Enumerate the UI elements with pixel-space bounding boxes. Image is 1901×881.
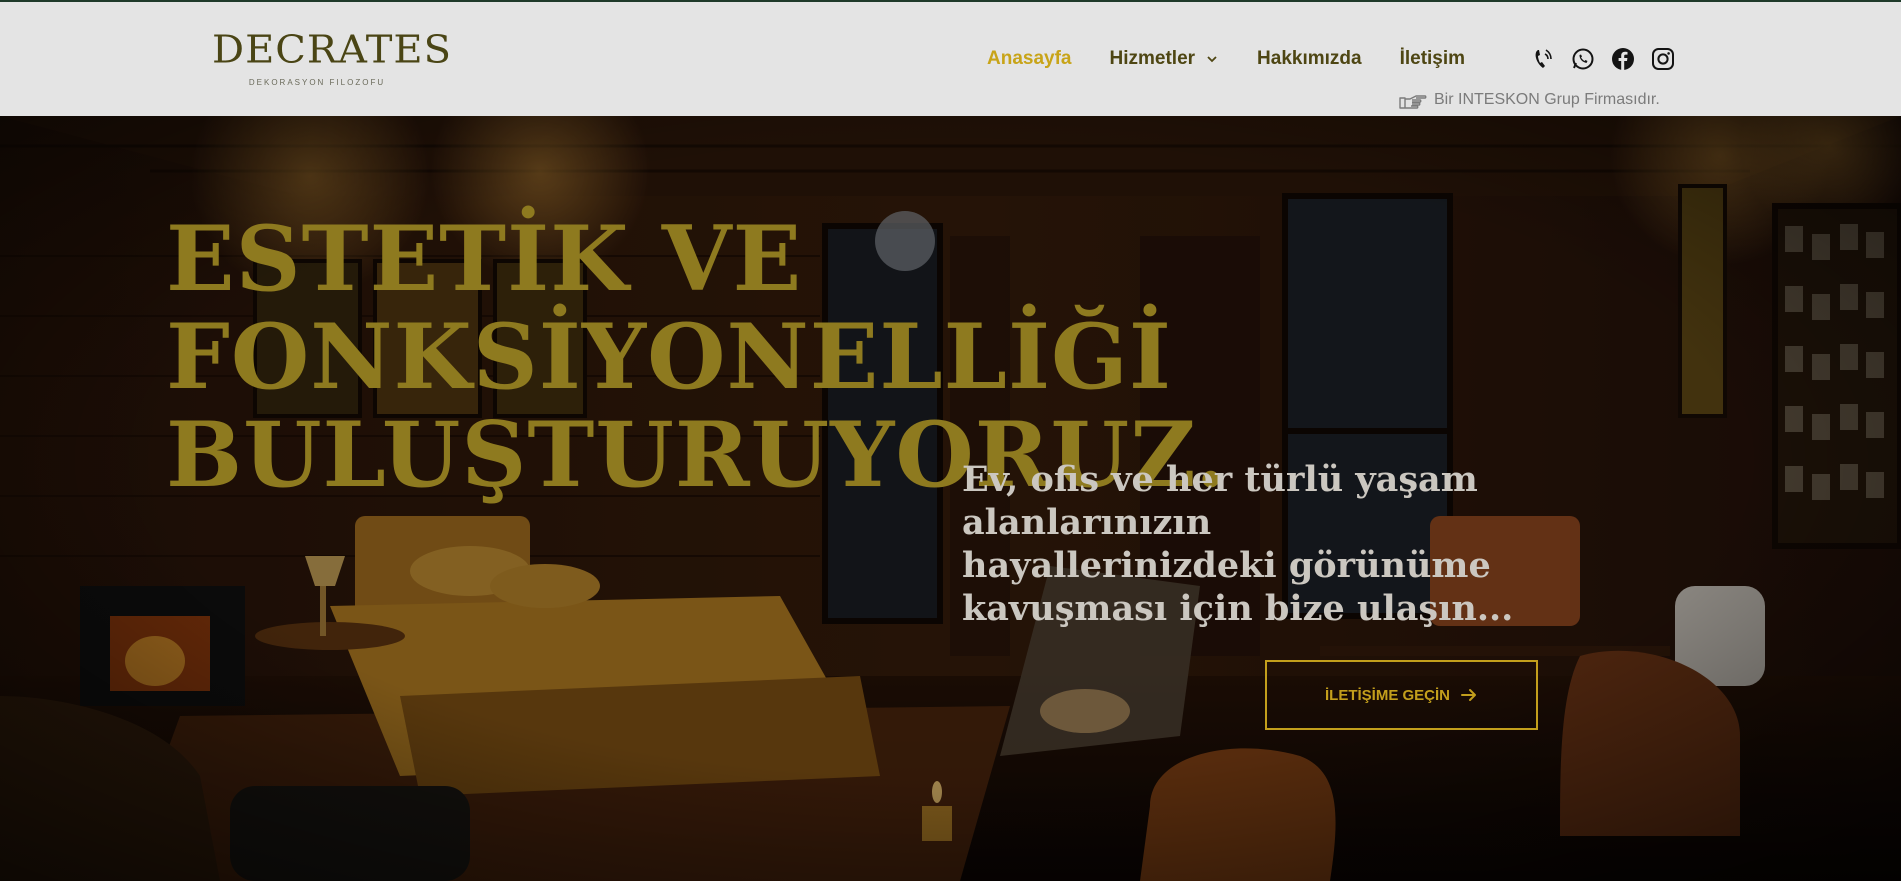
nav-item-label: Hakkımızda	[1257, 48, 1362, 69]
phone-icon[interactable]	[1530, 46, 1556, 72]
group-note-text: Bir INTESKON Grup Firmasıdır.	[1434, 91, 1660, 108]
social-links	[1530, 46, 1690, 72]
facebook-icon[interactable]	[1610, 46, 1636, 72]
arrow-right-icon	[1461, 689, 1476, 701]
whatsapp-icon[interactable]	[1570, 46, 1596, 72]
nav-item-label: Hizmetler	[1109, 48, 1196, 69]
contact-cta-button[interactable]: İLETİŞİME GEÇİN	[1265, 660, 1538, 730]
cta-label: İLETİŞİME GEÇİN	[1324, 686, 1450, 704]
nav-item-iletisim[interactable]: İletişim	[1400, 48, 1465, 70]
instagram-icon[interactable]	[1650, 46, 1676, 72]
hero-section: ESTETİK VE FONKSİYONELLİĞİ BULUŞTURUYORU…	[0, 116, 1901, 881]
hero-subtext: Ev, ofis ve her türlü yaşam alanlarınızı…	[962, 459, 1514, 629]
nav-item-anasayfa[interactable]: Anasayfa	[987, 48, 1072, 70]
brand-name: DECRATES	[212, 28, 452, 72]
group-affiliation-note: Bir INTESKON Grup Firmasıdır.	[1398, 89, 1660, 111]
chevron-down-icon	[1207, 56, 1217, 63]
main-nav: Anasayfa Hizmetler Hakkımızda İletişim	[987, 48, 1503, 70]
brand-logo[interactable]: DECRATES DEKORASYON FILOZOFU	[212, 28, 452, 98]
nav-item-hizmetler[interactable]: Hizmetler	[1110, 48, 1220, 70]
nav-item-label: Anasayfa	[987, 48, 1072, 69]
nav-item-label: İletişim	[1399, 48, 1466, 69]
site-header: DECRATES DEKORASYON FILOZOFU Anasayfa Hi…	[0, 0, 1901, 116]
nav-item-hakkimizda[interactable]: Hakkımızda	[1257, 48, 1362, 70]
brand-tagline: DEKORASYON FILOZOFU	[248, 78, 386, 87]
pointing-hand-icon	[1399, 95, 1427, 109]
